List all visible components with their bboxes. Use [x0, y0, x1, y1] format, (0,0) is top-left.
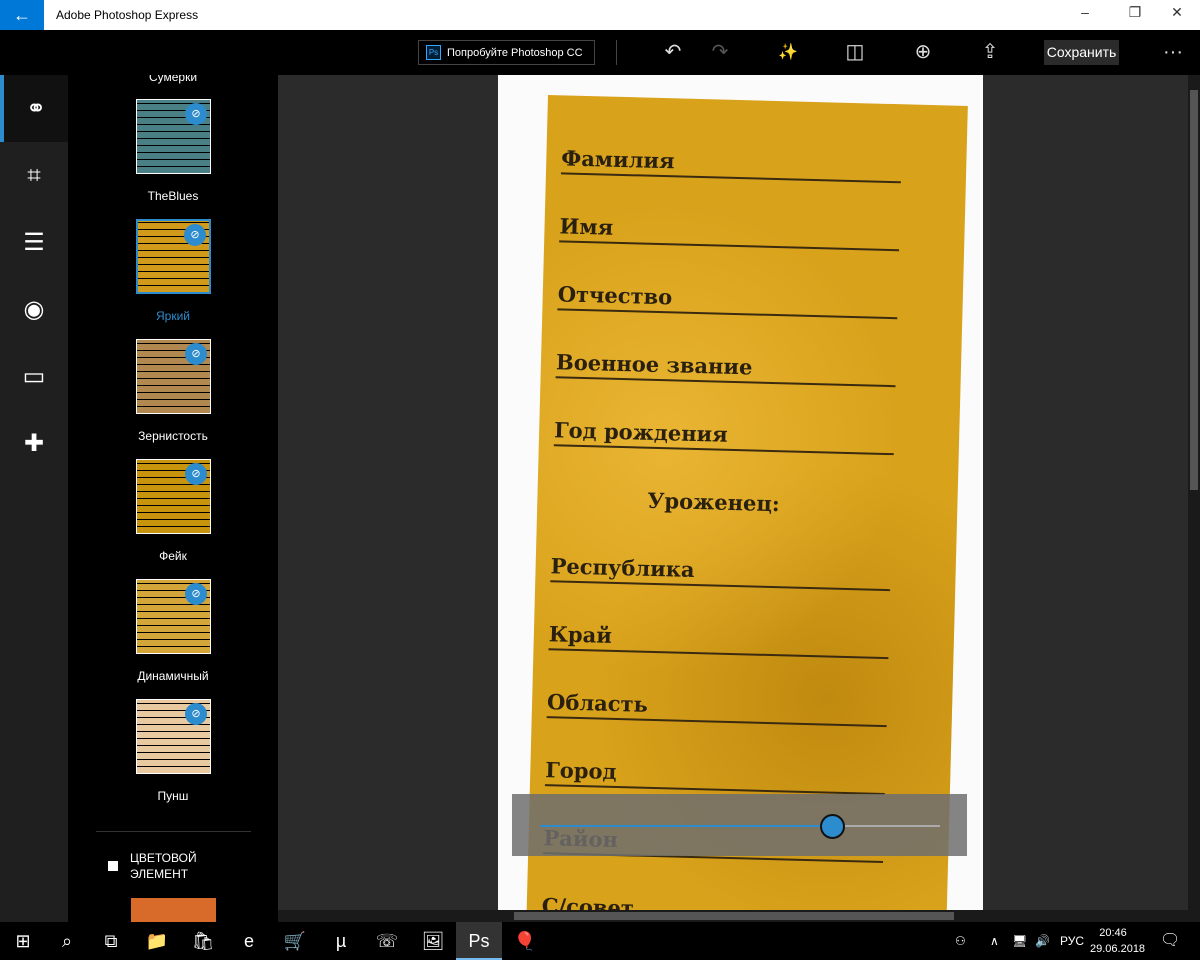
edge-icon[interactable]: e	[226, 922, 272, 960]
photos-icon[interactable]: 🖼	[410, 922, 456, 960]
volume-icon[interactable]: 🔊	[1035, 922, 1050, 960]
utorrent-icon[interactable]: µ	[318, 922, 364, 960]
scroll-thumb[interactable]	[514, 912, 954, 920]
filter-label[interactable]: Яркий	[68, 309, 278, 323]
filter-thumbnail[interactable]: ⊘	[136, 219, 211, 294]
clock[interactable]: 20:46 29.06.2018	[1090, 925, 1146, 957]
slider-knob[interactable]	[820, 814, 845, 839]
document-field-label: Область	[546, 689, 888, 728]
more-icon[interactable]: ···	[1158, 40, 1188, 65]
back-button[interactable]: ←	[0, 0, 44, 30]
filter-label[interactable]: Фейк	[68, 549, 278, 563]
color-element-thumbnail[interactable]	[131, 898, 216, 922]
filter-thumbnail[interactable]: ⊘	[136, 339, 211, 414]
taskbar: ⊞ ⌕ ⧉ 📁 🛍 e 🛒 µ ☏ 🖼 Ps 🎈 ⚇ ∧ 🖥 🔊 РУС 20:46 29.06.20…	[0, 922, 1200, 960]
language-indicator[interactable]: РУС	[1060, 922, 1084, 960]
divider	[96, 831, 251, 832]
filter-label[interactable]: TheBlues	[68, 189, 278, 203]
document-field-label: Имя	[559, 213, 900, 252]
toolbar	[0, 30, 1200, 75]
share-icon[interactable]: ⇪	[975, 40, 1005, 65]
color-element-checkbox[interactable]	[108, 861, 118, 871]
store-icon[interactable]: 🛍	[180, 922, 226, 960]
minimize-button[interactable]: –	[1062, 4, 1108, 20]
crop-icon[interactable]: ⌗	[0, 142, 68, 209]
filter-thumbnail[interactable]: ⊘	[136, 459, 211, 534]
task-view-icon[interactable]: ⧉	[88, 922, 134, 960]
document-field-label: Фамилия	[560, 145, 902, 184]
link-icon: ⊘	[184, 224, 206, 246]
compare-icon[interactable]: ◫	[840, 40, 870, 65]
start-icon[interactable]: ⊞	[0, 922, 46, 960]
zoom-icon[interactable]: ⊕	[908, 40, 938, 65]
filter-label[interactable]: Зернистость	[68, 429, 278, 443]
photoshop-icon: Ps	[426, 45, 441, 60]
maximize-button[interactable]: ❐	[1112, 4, 1158, 21]
adjust-icon[interactable]: ☰	[0, 209, 68, 276]
filter-thumbnail[interactable]: ⊘	[136, 579, 211, 654]
link-icon: ⊘	[185, 463, 207, 485]
search-icon[interactable]: ⌕	[44, 922, 90, 960]
tool-rail: ⚭ ⌗ ☰ ◉ ▭ ✚	[0, 75, 68, 922]
document-field-label: Уроженец:	[647, 487, 781, 517]
filter-label[interactable]: Сумерки	[68, 75, 278, 84]
viber-icon[interactable]: ☏	[364, 922, 410, 960]
network-icon[interactable]: 🖥	[1012, 922, 1027, 960]
scroll-thumb[interactable]	[1190, 90, 1198, 490]
window-title: Adobe Photoshop Express	[56, 8, 199, 22]
try-photoshop-label: Попробуйте Photoshop CC	[447, 46, 583, 59]
link-icon: ⊘	[185, 583, 207, 605]
people-icon[interactable]: ⚇	[955, 922, 966, 960]
redo-icon[interactable]: ↷	[705, 40, 735, 65]
filter-thumbnail[interactable]: ⊘	[136, 699, 211, 774]
notification-icon[interactable]: 🗨	[1160, 922, 1180, 960]
horizontal-scrollbar[interactable]	[278, 910, 1188, 922]
vertical-scrollbar[interactable]	[1188, 75, 1200, 922]
filter-panel: Сумерки ⊘ TheBlues ⊘ Яркий ⊘ Зернистость ⊘ Фейк…	[68, 75, 278, 922]
save-button[interactable]: Сохранить	[1044, 40, 1119, 65]
undo-icon[interactable]: ↶	[658, 40, 688, 65]
file-explorer-icon[interactable]: 📁	[134, 922, 180, 960]
filter-label[interactable]: Пунш	[68, 789, 278, 803]
eye-icon[interactable]: ◉	[0, 276, 68, 343]
borders-icon[interactable]: ▭	[0, 343, 68, 410]
auto-fix-icon[interactable]: ✨	[773, 40, 803, 65]
document-field-label: Военное звание	[555, 349, 897, 388]
shop-icon[interactable]: 🛒	[272, 922, 318, 960]
time: 20:46	[1099, 927, 1127, 939]
title-bar: ← Adobe Photoshop Express – ❐ ✕	[0, 0, 1200, 30]
date: 29.06.2018	[1090, 943, 1146, 955]
document-field-label: Край	[548, 621, 890, 660]
toolbar-divider	[616, 40, 617, 65]
chevron-up-icon[interactable]: ∧	[990, 922, 999, 960]
document-paper: Фамилия Имя Отчество Военное звание Год рожд…	[525, 95, 968, 912]
close-button[interactable]: ✕	[1154, 4, 1200, 21]
link-icon: ⊘	[185, 103, 207, 125]
intensity-slider[interactable]	[512, 794, 967, 856]
heal-icon[interactable]: ✚	[0, 410, 68, 477]
document-field-label: Год рождения	[553, 417, 895, 456]
photoshop-express-icon[interactable]: Ps	[456, 922, 502, 960]
try-photoshop-button[interactable]: Ps Попробуйте Photoshop CC	[418, 40, 595, 65]
filter-thumbnail[interactable]: ⊘	[136, 99, 211, 174]
color-element-label: ЦВЕТОВОЙ ЭЛЕМЕНТ	[130, 851, 197, 881]
link-icon: ⊘	[185, 703, 207, 725]
paint-icon[interactable]: 🎈	[502, 922, 548, 960]
slider-fill	[540, 825, 832, 827]
document-field-label: Республика	[550, 553, 891, 592]
looks-icon[interactable]: ⚭	[0, 75, 68, 142]
photo: Фамилия Имя Отчество Военное звание Год рожд…	[498, 75, 983, 912]
filter-label[interactable]: Динамичный	[68, 669, 278, 683]
document-field-label: Отчество	[557, 281, 899, 320]
link-icon: ⊘	[185, 343, 207, 365]
document-field-label: Город	[544, 757, 886, 796]
